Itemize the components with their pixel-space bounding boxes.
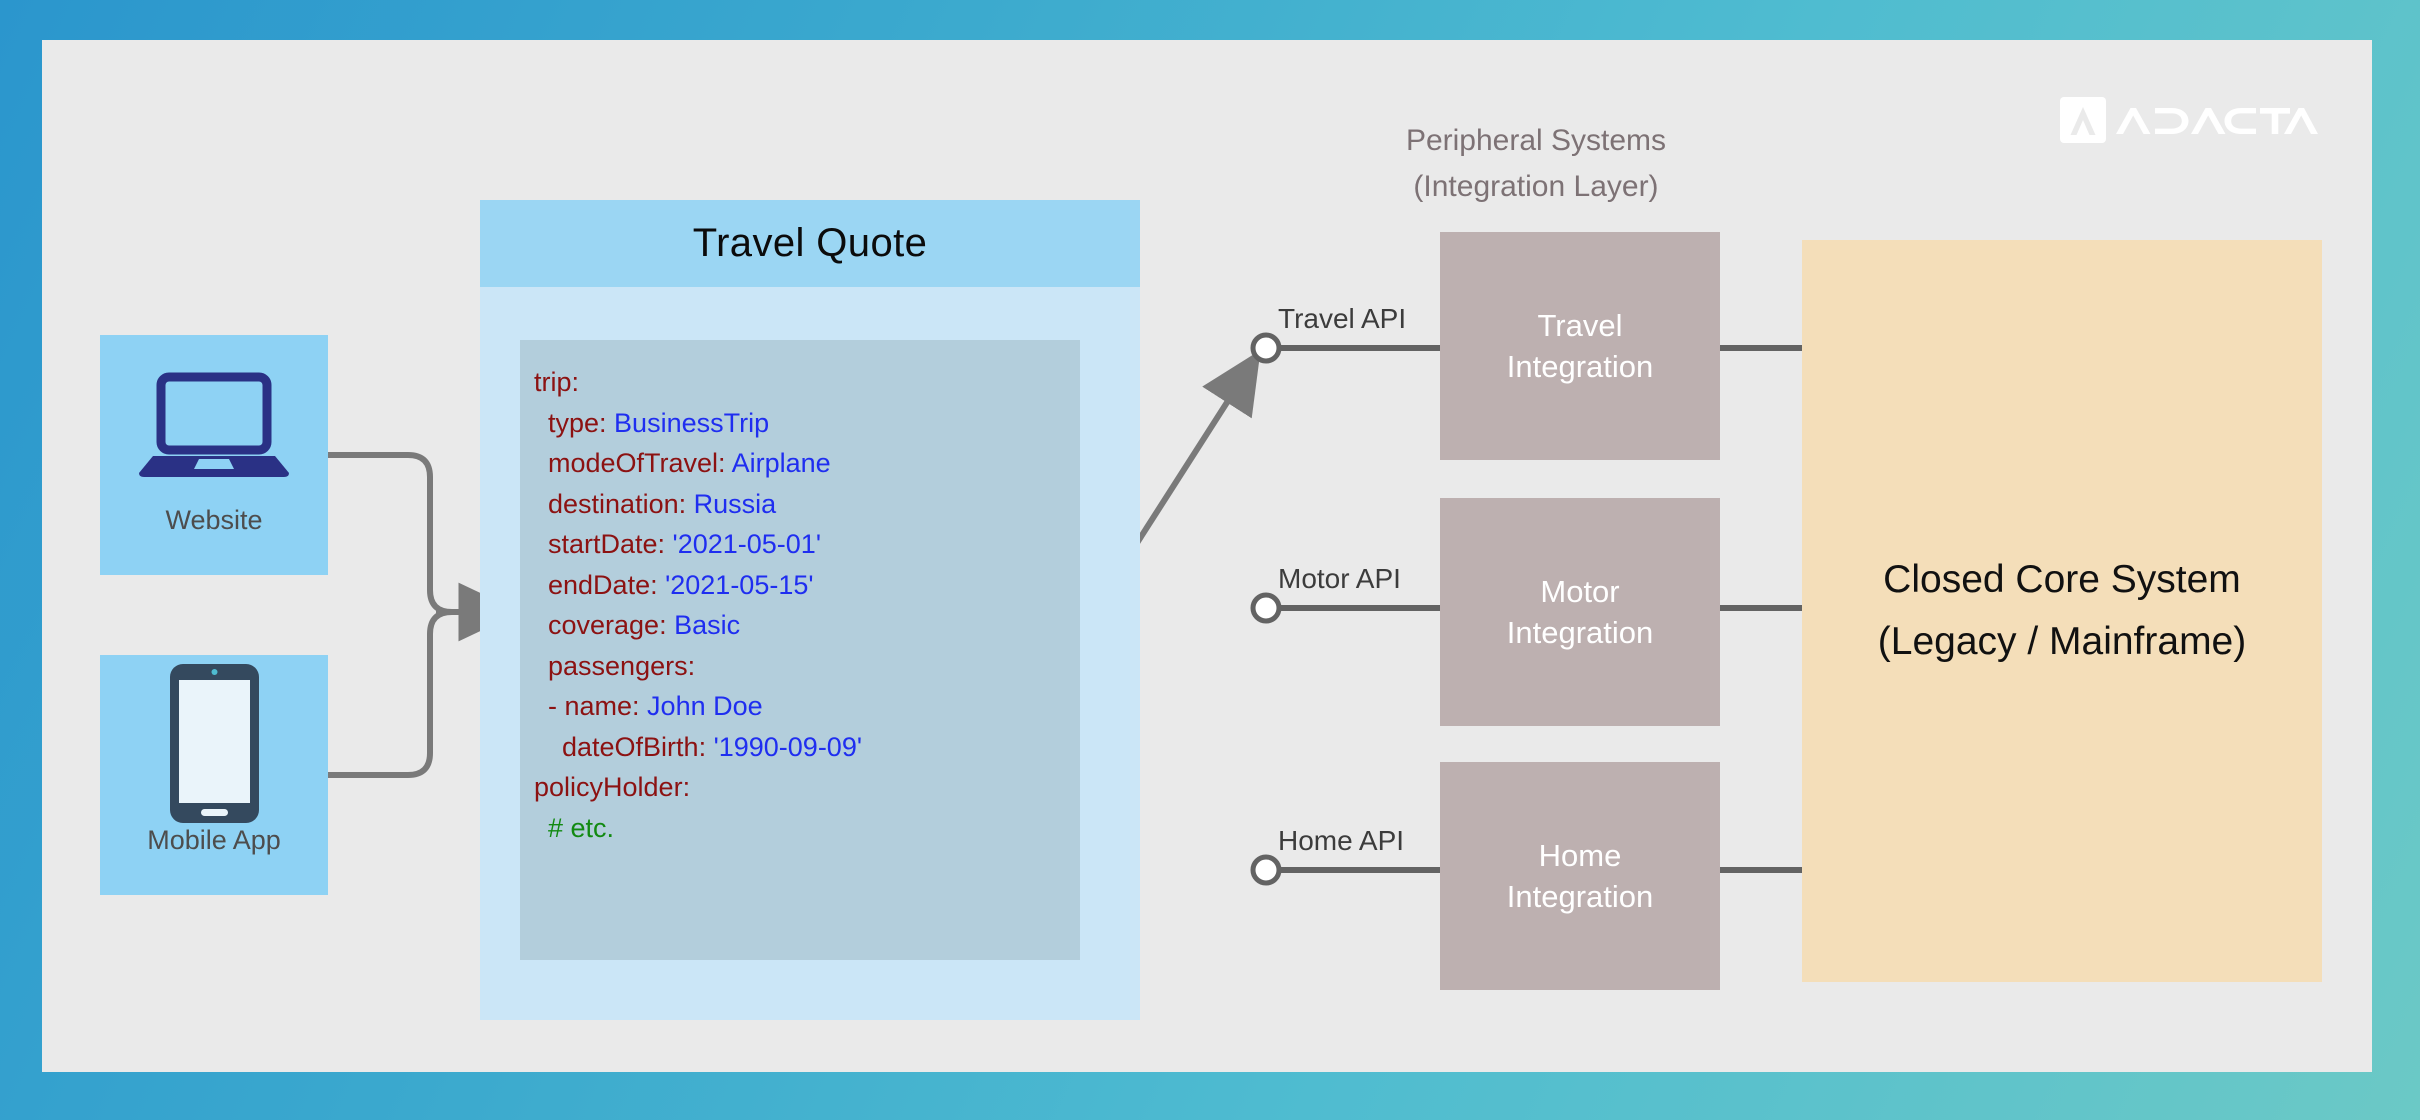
closed-core-system-box[interactable]: Closed Core System (Legacy / Mainframe) xyxy=(1802,240,2322,982)
integration-box-home[interactable]: Home Integration xyxy=(1440,762,1720,990)
peripheral-heading-line1: Peripheral Systems xyxy=(1405,124,1667,157)
channel-label: Website xyxy=(165,505,263,535)
code-line: modeOfTravel: Airplane xyxy=(548,448,831,478)
page-title: Travel Quote xyxy=(692,221,928,265)
channel-tile-mobile[interactable]: Mobile App xyxy=(100,655,328,895)
peripheral-systems-heading: Peripheral Systems (Integration Layer) xyxy=(1236,118,1836,210)
smartphone-icon xyxy=(167,655,262,831)
core-system-line2: (Legacy / Mainframe) xyxy=(1877,620,2247,663)
integration-box-line1: Home xyxy=(1538,838,1622,873)
code-line: startDate: '2021-05-01' xyxy=(548,529,821,559)
channel-tile-website[interactable]: Website xyxy=(100,335,328,575)
core-system-line1: Closed Core System xyxy=(1883,558,2241,601)
code-line: endDate: '2021-05-15' xyxy=(548,569,814,600)
integration-box-line2: Integration xyxy=(1506,349,1654,384)
integration-box-line2: Integration xyxy=(1506,879,1654,914)
integration-box-travel[interactable]: Travel Integration xyxy=(1440,232,1720,460)
code-line: type: BusinessTrip xyxy=(548,407,770,438)
peripheral-heading-line2: (Integration Layer) xyxy=(1413,170,1659,203)
integration-box-line1: Motor xyxy=(1540,574,1620,609)
code-line: coverage: Basic xyxy=(548,610,741,640)
code-line: passengers: xyxy=(548,650,696,681)
api-label-home: Home API xyxy=(1278,825,1405,856)
adacta-logo xyxy=(2060,96,2318,144)
integration-box-motor[interactable]: Motor Integration xyxy=(1440,498,1720,726)
code-line: # etc. xyxy=(548,812,615,843)
diagram-canvas: Website Mobile App Travel Quote trip: typ… xyxy=(0,0,2420,1120)
code-line: dateOfBirth: '1990-09-09' xyxy=(562,731,862,762)
code-line: trip: xyxy=(534,367,580,397)
integration-box-line2: Integration xyxy=(1506,615,1654,650)
code-line: - name: John Doe xyxy=(548,691,763,721)
api-label-motor: Motor API xyxy=(1278,563,1401,594)
card-header: Travel Quote xyxy=(480,200,1140,287)
laptop-icon xyxy=(139,335,289,511)
yaml-code-panel: trip: type: BusinessTrip modeOfTravel: Air… xyxy=(520,340,1080,960)
travel-quote-card[interactable]: Travel Quote trip: type: BusinessTrip mode… xyxy=(480,200,1140,1020)
integration-box-line1: Travel xyxy=(1537,308,1623,343)
code-line: destination: Russia xyxy=(548,488,777,519)
api-label-travel: Travel API xyxy=(1278,303,1407,334)
code-line: policyHolder: xyxy=(534,772,691,802)
channel-label: Mobile App xyxy=(147,825,281,855)
